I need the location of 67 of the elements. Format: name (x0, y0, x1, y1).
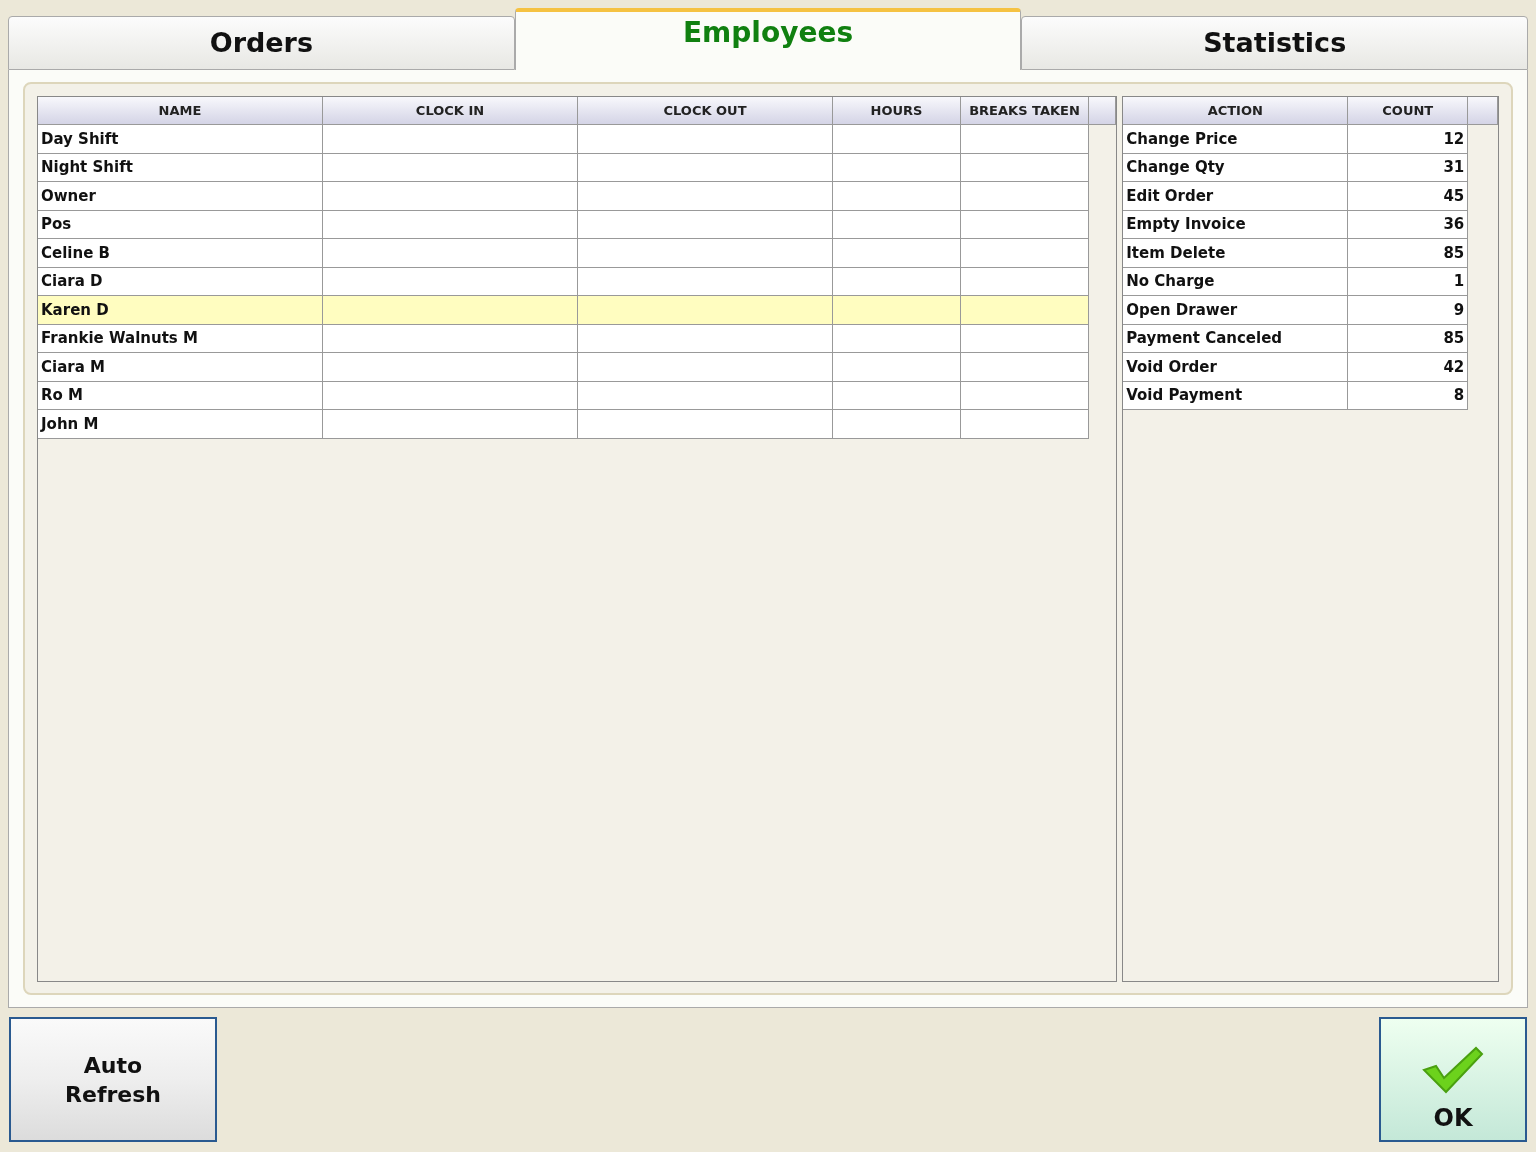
action-row[interactable]: No Charge 1 (1123, 267, 1469, 296)
ok-button[interactable]: OK (1379, 1017, 1527, 1142)
action-name: Open Drawer (1126, 299, 1238, 321)
action-count: 45 (1443, 185, 1465, 207)
column-header[interactable]: NAME (38, 97, 323, 125)
action-row[interactable]: Empty Invoice 36 (1123, 210, 1469, 239)
employee-name: Ro M (41, 385, 83, 406)
employee-name: Day Shift (41, 128, 119, 150)
action-count: 8 (1453, 385, 1465, 406)
employee-row[interactable]: Karen D (38, 296, 1089, 325)
employee-name: Frankie Walnuts M (41, 328, 198, 349)
action-row[interactable]: Payment Canceled 85 (1123, 324, 1469, 353)
action-count: 42 (1443, 356, 1465, 378)
action-count: 85 (1443, 328, 1465, 349)
action-name: Payment Canceled (1126, 328, 1283, 349)
action-count: 12 (1443, 128, 1465, 150)
action-count: 1 (1453, 271, 1465, 292)
employee-row[interactable]: Pos (38, 210, 1089, 239)
employee-name: Celine B (41, 242, 110, 264)
action-row[interactable]: Change Price 12 (1123, 125, 1469, 154)
employee-name: Night Shift (41, 157, 133, 178)
column-header[interactable]: ACTION (1123, 97, 1349, 125)
tab[interactable]: Employees (514, 8, 1022, 70)
column-header[interactable]: CLOCK IN (323, 97, 578, 125)
column-header[interactable]: COUNT (1348, 97, 1469, 125)
employee-row[interactable]: Night Shift (38, 153, 1089, 182)
action-count: 9 (1453, 299, 1465, 321)
action-count: 85 (1443, 242, 1465, 264)
employee-row[interactable]: Ro M (38, 381, 1089, 410)
action-row[interactable]: Item Delete 85 (1123, 239, 1469, 268)
employee-name: John M (41, 413, 99, 435)
action-row[interactable]: Edit Order 45 (1123, 182, 1469, 211)
action-row[interactable]: Void Payment 8 (1123, 381, 1469, 410)
action-row[interactable]: Open Drawer 9 (1123, 296, 1469, 325)
employee-row[interactable]: Ciara D (38, 267, 1089, 296)
employee-row[interactable]: Ciara M (38, 353, 1089, 382)
column-header[interactable]: HOURS (833, 97, 961, 125)
action-count: 36 (1443, 214, 1465, 235)
auto-refresh-button[interactable]: Auto Refresh (9, 1017, 217, 1142)
header-filler (1089, 97, 1117, 125)
column-header[interactable]: CLOCK OUT (578, 97, 833, 125)
action-name: Change Qty (1126, 157, 1225, 178)
employee-row[interactable]: Day Shift (38, 125, 1089, 154)
action-name: No Charge (1126, 271, 1215, 292)
action-name: Edit Order (1126, 185, 1214, 207)
tab[interactable]: Orders (8, 16, 515, 70)
employee-name: Ciara D (41, 271, 103, 292)
action-name: Void Payment (1126, 385, 1243, 406)
employee-row[interactable]: John M (38, 410, 1089, 439)
action-name: Item Delete (1126, 242, 1226, 264)
employee-row[interactable]: Frankie Walnuts M (38, 324, 1089, 353)
action-row[interactable]: Change Qty 31 (1123, 153, 1469, 182)
action-row[interactable]: Void Order 42 (1123, 353, 1469, 382)
action-count: 31 (1443, 157, 1465, 178)
employee-row[interactable]: Owner (38, 182, 1089, 211)
action-name: Change Price (1126, 128, 1238, 150)
tab[interactable]: Statistics (1021, 16, 1528, 70)
employee-name: Pos (41, 214, 72, 235)
employee-name: Ciara M (41, 356, 105, 378)
action-name: Void Order (1126, 356, 1217, 378)
header-filler (1468, 97, 1498, 125)
employee-name: Owner (41, 185, 96, 207)
action-name: Empty Invoice (1126, 214, 1246, 235)
employee-row[interactable]: Celine B (38, 239, 1089, 268)
employee-name: Karen D (41, 299, 109, 321)
column-header[interactable]: BREAKS TAKEN (961, 97, 1089, 125)
checkmark-icon (1422, 1046, 1484, 1094)
